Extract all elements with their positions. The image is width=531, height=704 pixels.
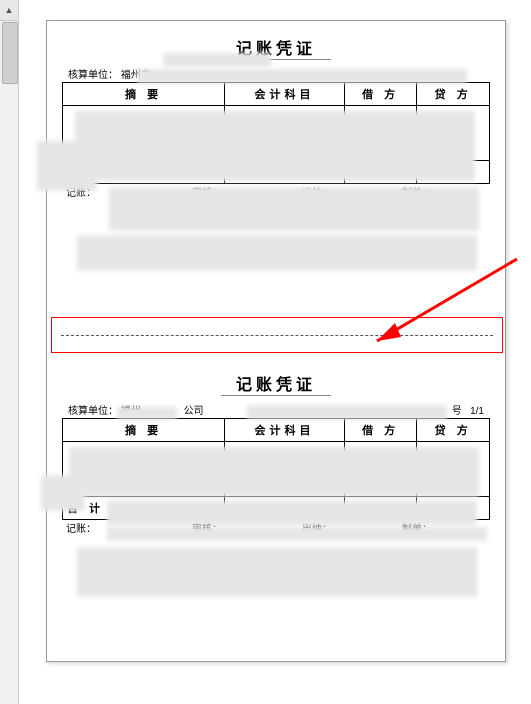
chevron-up-icon: ▲ <box>5 5 14 15</box>
page-indicator: 1/1 <box>470 406 484 417</box>
col-credit: 贷 方 <box>417 83 490 106</box>
org-suffix: 公司 <box>184 406 204 417</box>
censor-block <box>247 405 447 419</box>
voucher-title: 记账凭证 <box>62 33 490 59</box>
footer-recorder: 记账： <box>66 520 96 535</box>
voucher-title: 记账凭证 <box>62 369 490 395</box>
censor-block <box>41 475 85 511</box>
col-summary: 摘 要 <box>63 83 225 106</box>
censor-block <box>163 53 271 67</box>
seq-suffix: 号 <box>452 406 462 417</box>
vertical-scrollbar[interactable]: ▲ <box>0 0 19 704</box>
censor-block <box>137 69 467 83</box>
censor-block <box>77 235 477 271</box>
col-subject: 会计科目 <box>225 419 345 442</box>
col-subject: 会计科目 <box>225 83 345 106</box>
col-debit: 借 方 <box>344 83 417 106</box>
censor-block <box>77 547 477 597</box>
viewport: ▲ 记账凭证 核算单位： 福州市 摘 要 会计科目 借 方 贷 方 <box>0 0 531 704</box>
table-header-row: 摘 要 会计科目 借 方 贷 方 <box>63 419 490 442</box>
table-header-row: 摘 要 会计科目 借 方 贷 方 <box>63 83 490 106</box>
censor-block <box>75 111 475 181</box>
censor-block <box>69 447 479 497</box>
censor-block <box>107 527 487 541</box>
scroll-thumb[interactable] <box>2 22 18 84</box>
scroll-up-button[interactable]: ▲ <box>0 0 18 21</box>
censor-block <box>37 141 97 191</box>
censor-block <box>117 407 177 419</box>
col-credit: 贷 方 <box>417 419 490 442</box>
org-label: 核算单位： <box>68 406 118 417</box>
paper-sheet: 记账凭证 核算单位： 福州市 摘 要 会计科目 借 方 贷 方 <box>46 20 506 662</box>
col-summary: 摘 要 <box>63 419 225 442</box>
title-underline <box>221 395 331 396</box>
censor-block <box>107 501 477 525</box>
seq-and-page: 号 1/1 <box>452 402 484 417</box>
annotation-highlight-box <box>51 317 503 353</box>
col-debit: 借 方 <box>344 419 417 442</box>
page-preview-area: 记账凭证 核算单位： 福州市 摘 要 会计科目 借 方 贷 方 <box>26 0 524 704</box>
censor-block <box>109 187 479 231</box>
org-label: 核算单位： <box>68 70 118 81</box>
